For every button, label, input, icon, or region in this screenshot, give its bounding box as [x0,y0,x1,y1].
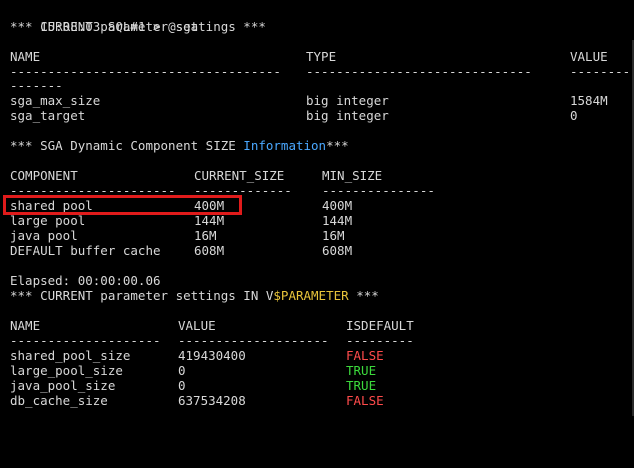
param-name: db_cache_size [10,393,108,408]
isdefault-true: TRUE [346,378,377,393]
col-header-component: COMPONENT [10,168,78,183]
component-name: java pool [10,228,78,243]
col-header-type: TYPE [306,49,337,64]
isdefault-false: FALSE [346,348,384,363]
param-type: big integer [306,93,389,108]
param-name: java_pool_size [10,378,116,393]
component-current-size: 608M [194,243,225,258]
dash-value: -------------------- [178,333,329,348]
dash-name: -------------------- [10,333,161,348]
component-current-size: 144M [194,213,225,228]
param-value: 0 [178,378,186,393]
component-min-size: 144M [322,213,353,228]
component-min-size: 608M [322,243,353,258]
param-value: 419430400 [178,348,246,363]
section3-title-highlight: $PARAMETER [273,288,349,303]
section2-title-highlight: Information [243,138,327,153]
table-row: sga_target big integer 0 [10,108,578,123]
section2-title-suffix: *** [326,138,349,153]
table-row: DEFAULT buffer cache 608M 608M [10,243,352,258]
param-value: 0 [570,108,578,123]
table-row: java_pool_size 0 TRUE [10,378,376,393]
section2-header-row: COMPONENT CURRENT_SIZE MIN_SIZE [10,168,382,183]
dash-name: ------------------------------------ [10,64,281,79]
component-min-size: 400M [322,198,353,213]
section1-title: *** CURRENT parameter settings *** [10,19,266,34]
param-type: big integer [306,108,389,123]
col-header-min-size: MIN_SIZE [322,168,383,183]
isdefault-false: FALSE [346,393,384,408]
component-min-size: 16M [322,228,345,243]
section3-header-row: NAME VALUE ISDEFAULT [10,318,414,333]
param-name: sga_max_size [10,93,101,108]
section3-dash-row: -------------------- -------------------… [10,333,414,348]
section3-title-suffix: *** [348,288,379,303]
component-name: large pool [10,213,86,228]
table-row: shared_pool_size 419430400 FALSE [10,348,384,363]
isdefault-true: TRUE [346,363,377,378]
col-header-current-size: CURRENT_SIZE [194,168,285,183]
table-row: db_cache_size 637534208 FALSE [10,393,384,408]
section1-header-row: NAME TYPE VALUE [10,49,608,64]
param-name: shared_pool_size [10,348,131,363]
table-row: java pool 16M 16M [10,228,345,243]
dash-min-size: --------------- [322,183,435,198]
terminal-window[interactable]: 15:08:03 SQL#1 > @sga *** CURRENT parame… [0,0,634,416]
param-name: large_pool_size [10,363,123,378]
col-header-name: NAME [10,49,41,64]
col-header-name: NAME [10,318,41,333]
section1-dash-row: ------------------------------------ ---… [10,64,630,79]
elapsed-time: Elapsed: 00:00:00.06 [10,273,161,288]
param-value: 0 [178,363,186,378]
param-value: 637534208 [178,393,246,408]
dash-value: -------- [570,64,631,79]
dash-type: ------------------------------ [306,64,532,79]
col-header-isdefault: ISDEFAULT [346,318,414,333]
section3-title: *** CURRENT parameter settings IN V$PARA… [10,288,379,303]
dash-isdefault: --------- [346,333,414,348]
component-name: DEFAULT buffer cache [10,243,161,258]
highlight-box [3,195,242,215]
section2-title-prefix: *** SGA Dynamic Component SIZE [10,138,244,153]
col-header-value: VALUE [570,49,608,64]
section2-title: *** SGA Dynamic Component SIZE Informati… [10,138,349,153]
param-name: sga_target [10,108,86,123]
section3-title-prefix: *** CURRENT parameter settings IN V [10,288,274,303]
table-row: large_pool_size 0 TRUE [10,363,376,378]
component-current-size: 16M [194,228,217,243]
section1-dash-wrap: ------- [10,78,63,93]
col-header-value: VALUE [178,318,216,333]
table-row: sga_max_size big integer 1584M [10,93,608,108]
table-row: large pool 144M 144M [10,213,352,228]
param-value: 1584M [570,93,608,108]
prompt-line: 15:08:03 SQL#1 > @sga [10,4,198,34]
